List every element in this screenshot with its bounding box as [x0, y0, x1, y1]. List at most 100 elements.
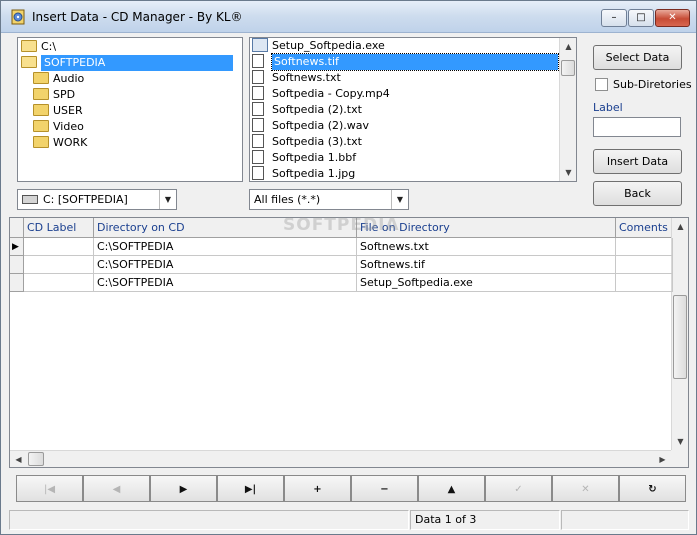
file-item-label: Softnews.txt — [272, 71, 341, 84]
tree-item[interactable]: Audio — [33, 71, 84, 87]
file-icon — [252, 86, 264, 100]
scroll-down-icon[interactable]: ▼ — [560, 164, 576, 181]
grid-cell-comments[interactable] — [616, 274, 673, 292]
data-grid[interactable]: CD Label Directory on CD File on Directo… — [9, 217, 689, 468]
maximize-button[interactable]: □ — [628, 9, 654, 27]
grid-cell-directory[interactable]: C:\SOFTPEDIA — [94, 256, 357, 274]
back-button[interactable]: Back — [593, 181, 682, 206]
scroll-thumb[interactable] — [561, 60, 575, 76]
watermark: SOFTPEDIA — [283, 215, 400, 235]
tree-item[interactable]: SOFTPEDIA — [21, 55, 233, 71]
label-input[interactable] — [593, 117, 681, 137]
minus-icon: − — [380, 484, 389, 495]
row-indicator[interactable] — [10, 256, 24, 274]
scroll-left-icon[interactable]: ◀ — [10, 451, 27, 467]
tree-item[interactable]: WORK — [33, 135, 87, 151]
drive-combo-value: C: [SOFTPEDIA] — [43, 193, 128, 206]
tree-item-label: SOFTPEDIA — [41, 55, 233, 71]
drive-combo[interactable]: C: [SOFTPEDIA] ▼ — [17, 189, 177, 210]
tree-item[interactable]: C:\ — [21, 39, 56, 55]
file-list[interactable]: Softpedia 1.jpg Softpedia 1.bbf Softpedia … — [249, 37, 577, 182]
chevron-down-icon[interactable]: ▼ — [391, 190, 408, 209]
minimize-button[interactable]: – — [601, 9, 627, 27]
label-caption: Label — [593, 101, 623, 114]
grid-cell-file[interactable]: Softnews.txt — [357, 238, 616, 256]
cancel-icon: ✕ — [581, 484, 590, 495]
file-item[interactable]: Softpedia (2).txt — [252, 102, 558, 118]
nav-insert-button[interactable]: + — [284, 475, 351, 502]
file-item-label: Softpedia (2).wav — [272, 119, 370, 132]
status-record: Data 1 of 3 — [410, 510, 560, 530]
main-window: Insert Data - CD Manager - By KL® – □ ✕ … — [0, 0, 697, 535]
db-navigator: |◀ ◀ ▶ ▶| + − ▲ ✓ ✕ ↻ — [16, 475, 687, 502]
column-header-comments[interactable]: Coments of — [616, 218, 673, 238]
nav-delete-button[interactable]: − — [351, 475, 418, 502]
grid-cell-file[interactable]: Setup_Softpedia.exe — [357, 274, 616, 292]
grid-cell-directory[interactable]: C:\SOFTPEDIA — [94, 274, 357, 292]
select-data-button[interactable]: Select Data — [593, 45, 682, 70]
tree-item[interactable]: Video — [33, 119, 84, 135]
nav-last-button[interactable]: ▶| — [217, 475, 284, 502]
file-icon — [252, 134, 264, 148]
folder-open-icon — [21, 56, 37, 68]
nav-prior-button[interactable]: ◀ — [83, 475, 150, 502]
nav-post-button[interactable]: ✓ — [485, 475, 552, 502]
grid-cell-directory[interactable]: C:\SOFTPEDIA — [94, 238, 357, 256]
file-item[interactable]: Softpedia - Copy.mp4 — [252, 86, 558, 102]
chevron-down-icon[interactable]: ▼ — [159, 190, 176, 209]
file-item-label: Softpedia 1.bbf — [272, 151, 357, 164]
close-button[interactable]: ✕ — [655, 9, 690, 27]
tree-item[interactable]: SPD — [33, 87, 75, 103]
grid-horizontal-scrollbar[interactable]: ◀ ▶ — [10, 450, 671, 467]
plus-icon: + — [313, 484, 322, 495]
nav-first-button[interactable]: |◀ — [16, 475, 83, 502]
scroll-up-icon[interactable]: ▲ — [672, 218, 688, 235]
directory-tree[interactable]: C:\ SOFTPEDIA Audio SPD USER Video WORK — [17, 37, 243, 182]
file-icon — [252, 166, 264, 180]
column-header-cd-label[interactable]: CD Label — [24, 218, 94, 238]
nav-next-button[interactable]: ▶ — [150, 475, 217, 502]
scroll-up-icon[interactable]: ▲ — [560, 38, 576, 55]
file-item[interactable]: Softpedia 1.jpg — [252, 166, 558, 181]
file-item-label: Setup_Softpedia.exe — [272, 39, 385, 52]
scroll-down-icon[interactable]: ▼ — [672, 433, 688, 450]
file-item[interactable]: Softpedia (2).wav — [252, 118, 558, 134]
file-icon — [252, 54, 264, 68]
grid-cell-comments[interactable] — [616, 256, 673, 274]
file-item[interactable]: Softnews.txt — [252, 70, 558, 86]
tree-item-label: SPD — [53, 88, 76, 101]
row-indicator[interactable] — [10, 274, 24, 292]
grid-hscroll-thumb[interactable] — [28, 452, 44, 466]
file-item[interactable]: Softpedia 1.bbf — [252, 150, 558, 166]
file-item[interactable]: Setup_Softpedia.exe — [252, 38, 558, 54]
grid-cell-cd-label[interactable] — [24, 238, 94, 256]
file-item[interactable]: Softnews.tif — [252, 53, 559, 71]
file-list-scrollbar[interactable]: ▲ ▼ — [559, 38, 576, 181]
file-item[interactable]: Softpedia (3).txt — [252, 134, 558, 150]
tree-item[interactable]: USER — [33, 103, 83, 119]
grid-cell-cd-label[interactable] — [24, 274, 94, 292]
status-panel-left — [9, 510, 409, 530]
status-bar: Data 1 of 3 — [9, 510, 689, 530]
file-filter-combo[interactable]: All files (*.*) ▼ — [249, 189, 409, 210]
grid-scroll-thumb[interactable] — [673, 295, 687, 379]
nav-refresh-button[interactable]: ↻ — [619, 475, 686, 502]
sub-directories-checkbox[interactable] — [595, 78, 608, 91]
grid-cell-cd-label[interactable] — [24, 256, 94, 274]
row-indicator[interactable]: ▶ — [10, 238, 24, 256]
grid-cell-file[interactable]: Softnews.tif — [357, 256, 616, 274]
exe-icon — [252, 38, 268, 52]
folder-icon — [33, 136, 49, 148]
nav-edit-button[interactable]: ▲ — [418, 475, 485, 502]
insert-data-button[interactable]: Insert Data — [593, 149, 682, 174]
grid-cell-comments[interactable] — [616, 238, 673, 256]
grid-vertical-scrollbar[interactable]: ▲ ▼ — [671, 218, 688, 450]
tree-item-label: Video — [53, 120, 84, 133]
scroll-right-icon[interactable]: ▶ — [654, 451, 671, 467]
title-bar[interactable]: Insert Data - CD Manager - By KL® – □ ✕ — [1, 1, 696, 33]
nav-cancel-button[interactable]: ✕ — [552, 475, 619, 502]
check-icon: ✓ — [514, 484, 523, 495]
refresh-icon: ↻ — [648, 484, 657, 495]
prior-record-icon: ◀ — [112, 484, 121, 495]
sub-directories-label: Sub-Diretories — [613, 78, 692, 91]
